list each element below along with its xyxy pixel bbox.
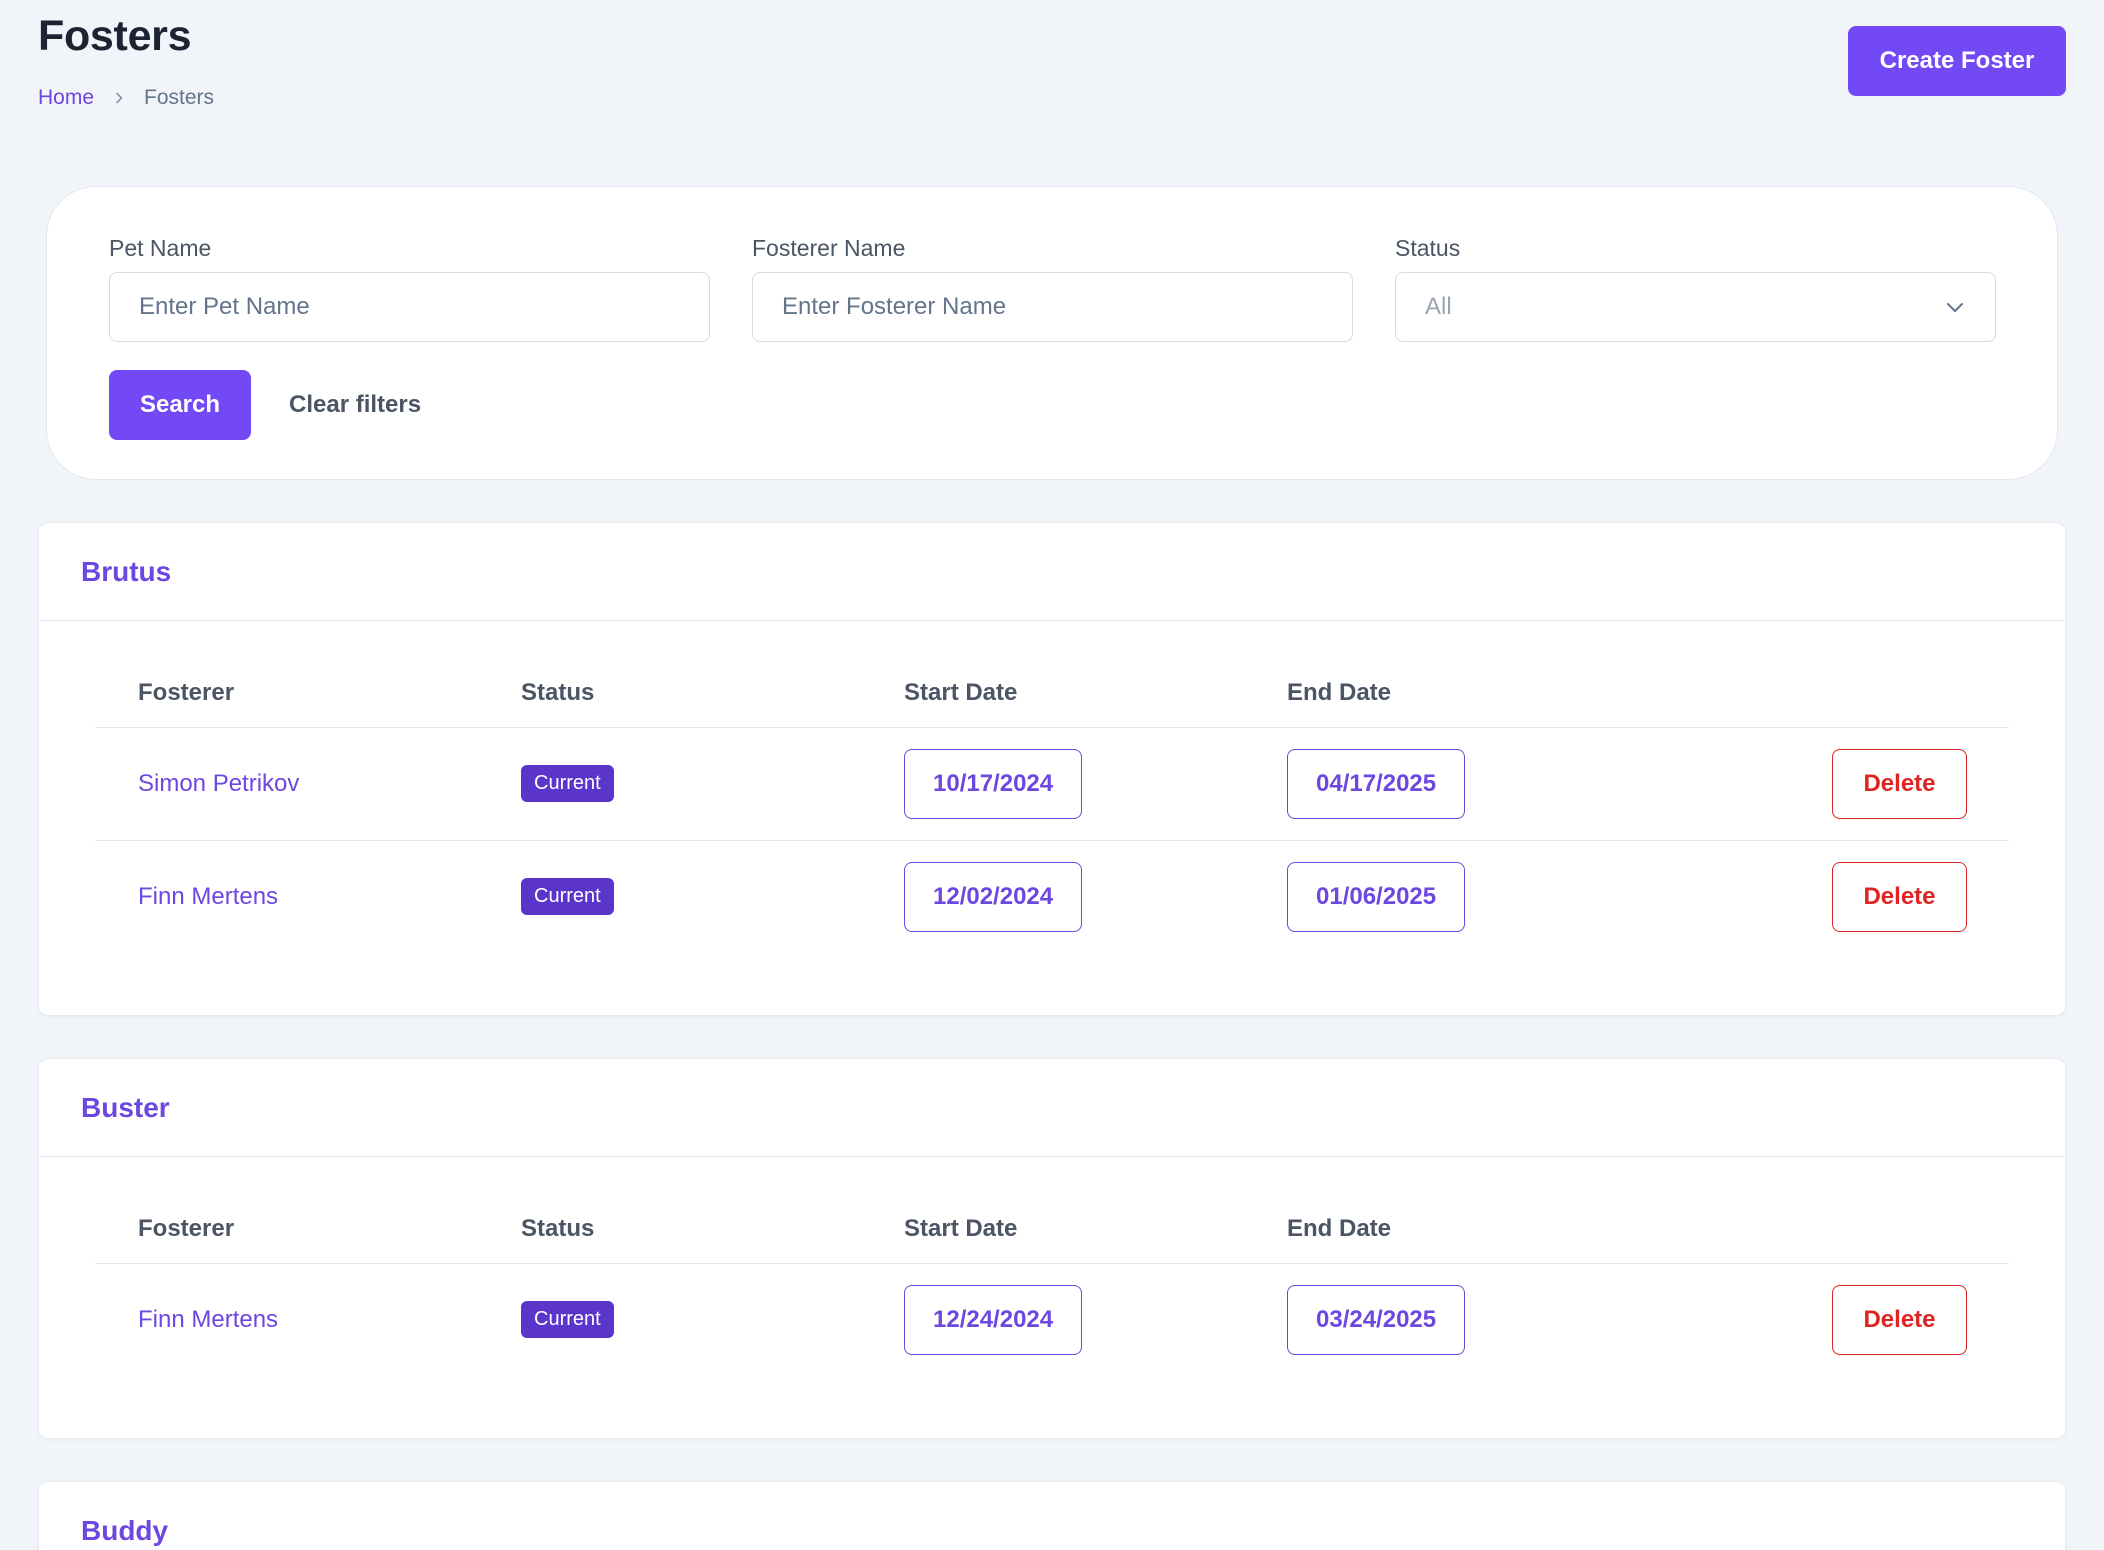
start-date-button[interactable]: 12/24/2024 xyxy=(904,1284,1083,1355)
end-date-button[interactable]: 04/17/2025 xyxy=(1287,748,1466,819)
pet-name-field: Pet Name xyxy=(109,235,710,342)
fosters-table: Fosterer Status Start Date End Date Simo… xyxy=(95,659,2009,953)
filter-panel: Pet Name Fosterer Name Status All Search… xyxy=(46,186,2058,480)
pet-name-link[interactable]: Buddy xyxy=(81,1515,168,1547)
column-header-fosterer: Fosterer xyxy=(95,659,478,728)
pet-name-input[interactable] xyxy=(109,272,710,342)
pet-card-header: Buddy xyxy=(39,1482,2065,1550)
table-header-row: Fosterer Status Start Date End Date xyxy=(95,659,2009,728)
status-select-value: All xyxy=(1425,293,1452,320)
status-badge: Current xyxy=(521,1301,614,1339)
pet-card-header: Brutus xyxy=(39,523,2065,621)
fosterer-link[interactable]: Simon Petrikov xyxy=(138,770,299,797)
fosterer-link[interactable]: Finn Mertens xyxy=(138,883,278,910)
table-row: Finn Mertens Current 12/24/2024 03/24/20… xyxy=(95,1263,2009,1376)
pet-name-link[interactable]: Brutus xyxy=(81,556,171,588)
fosters-page: Fosters Home Fosters Create Foster Pet N… xyxy=(0,0,2104,1550)
breadcrumb-current: Fosters xyxy=(144,86,215,109)
column-header-start-date: Start Date xyxy=(861,659,1244,728)
create-foster-button[interactable]: Create Foster xyxy=(1848,26,2066,96)
fosterer-name-input[interactable] xyxy=(752,272,1353,342)
column-header-actions xyxy=(1627,1195,2009,1264)
start-date-button[interactable]: 10/17/2024 xyxy=(904,748,1083,819)
status-field: Status All xyxy=(1395,235,1996,342)
fosterer-name-field: Fosterer Name xyxy=(752,235,1353,342)
end-date-button[interactable]: 01/06/2025 xyxy=(1287,861,1466,932)
status-select[interactable]: All xyxy=(1395,272,1996,342)
breadcrumb: Home Fosters xyxy=(38,86,214,110)
search-button[interactable]: Search xyxy=(109,370,251,440)
fosters-table: Fosterer Status Start Date End Date Finn… xyxy=(95,1195,2009,1376)
fosterer-link[interactable]: Finn Mertens xyxy=(138,1306,278,1333)
column-header-actions xyxy=(1627,659,2009,728)
delete-button[interactable]: Delete xyxy=(1832,861,1967,932)
table-row: Finn Mertens Current 12/02/2024 01/06/20… xyxy=(95,840,2009,953)
pet-card: Brutus Fosterer Status Start Date End Da… xyxy=(38,522,2066,1016)
column-header-status: Status xyxy=(478,1195,861,1264)
delete-button[interactable]: Delete xyxy=(1832,1284,1967,1355)
table-row: Simon Petrikov Current 10/17/2024 04/17/… xyxy=(95,727,2009,841)
start-date-button[interactable]: 12/02/2024 xyxy=(904,861,1083,932)
pet-name-label: Pet Name xyxy=(109,235,212,261)
page-header: Fosters Home Fosters Create Foster xyxy=(38,0,2066,150)
column-header-fosterer: Fosterer xyxy=(95,1195,478,1264)
column-header-end-date: End Date xyxy=(1244,1195,1627,1264)
chevron-down-icon xyxy=(1944,296,1966,318)
pet-name-link[interactable]: Buster xyxy=(81,1092,170,1124)
end-date-button[interactable]: 03/24/2025 xyxy=(1287,1284,1466,1355)
pet-card: Buddy xyxy=(38,1481,2066,1550)
table-header-row: Fosterer Status Start Date End Date xyxy=(95,1195,2009,1264)
breadcrumb-home-link[interactable]: Home xyxy=(38,86,94,110)
chevron-right-icon xyxy=(112,91,126,105)
clear-filters-button[interactable]: Clear filters xyxy=(289,391,421,419)
status-badge: Current xyxy=(521,878,614,916)
column-header-end-date: End Date xyxy=(1244,659,1627,728)
fosterer-name-label: Fosterer Name xyxy=(752,235,906,261)
page-title: Fosters xyxy=(38,12,192,60)
status-label: Status xyxy=(1395,235,1461,261)
pet-card: Buster Fosterer Status Start Date End Da… xyxy=(38,1058,2066,1439)
pet-card-header: Buster xyxy=(39,1059,2065,1157)
column-header-status: Status xyxy=(478,659,861,728)
column-header-start-date: Start Date xyxy=(861,1195,1244,1264)
status-badge: Current xyxy=(521,765,614,802)
delete-button[interactable]: Delete xyxy=(1832,748,1967,819)
